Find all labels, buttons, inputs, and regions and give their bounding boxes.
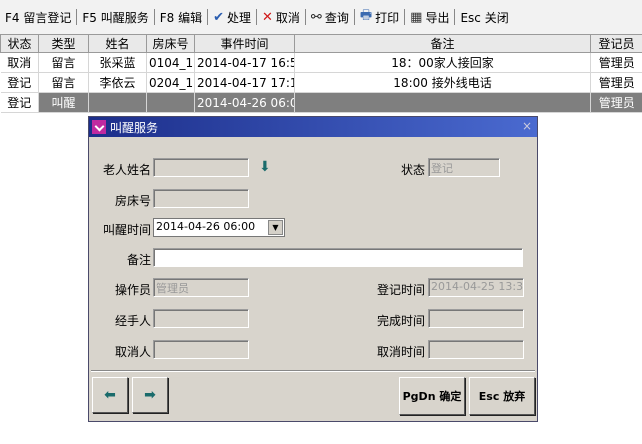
- finish-time-label: 完成时间: [376, 314, 425, 328]
- toolbar-separator: [207, 9, 209, 25]
- cell-remark: [294, 92, 591, 113]
- cell-name: [88, 92, 147, 113]
- dialog-divider: [91, 370, 535, 372]
- next-button[interactable]: ➡: [132, 377, 168, 413]
- column-header-status[interactable]: 状态: [0, 34, 39, 53]
- printer-icon: 🖶: [359, 8, 373, 23]
- elder-name-field[interactable]: [153, 158, 249, 177]
- cell-room: 0104_1: [146, 52, 195, 73]
- cell-name: 张采蓝: [88, 52, 147, 73]
- toolbar-separator: [404, 9, 406, 25]
- toolbar-separator: [454, 9, 456, 25]
- cell-status: 取消: [0, 52, 39, 73]
- toolbar-separator: [353, 9, 355, 25]
- cell-registrar: 管理员: [590, 72, 642, 93]
- cancel-time-label: 取消时间: [376, 345, 425, 359]
- cell-type: 留言: [38, 72, 89, 93]
- wake-time-select[interactable]: 2014-04-26 06:00 ▼: [153, 218, 285, 237]
- cell-remark: 18:00 接外线电话: [294, 72, 591, 93]
- column-header-registrar[interactable]: 登记员: [590, 34, 642, 53]
- wake-service-button[interactable]: F5 叫醒服务: [80, 6, 150, 28]
- canceller-field: [153, 340, 249, 359]
- cell-room: 0204_1: [146, 72, 195, 93]
- checkmark-icon: ✔: [213, 9, 224, 25]
- close-button[interactable]: Esc 关闭: [458, 6, 510, 28]
- table-icon: ▦: [410, 9, 423, 25]
- column-header-remark[interactable]: 备注: [294, 34, 591, 53]
- toolbar-separator: [256, 9, 257, 25]
- table-row[interactable]: 登记 留言 李依云 0204_1 2014-04-17 17:15 18:00 …: [0, 72, 642, 93]
- room-label: 房床号: [114, 194, 151, 208]
- cell-status: 登记: [0, 92, 39, 113]
- query-button[interactable]: ⚯ 查询: [309, 6, 351, 28]
- confirm-button[interactable]: PgDn 确定: [399, 377, 465, 415]
- cell-room: [146, 92, 195, 113]
- discard-button[interactable]: Esc 放弃: [469, 377, 535, 415]
- export-button[interactable]: ▦ 导出: [408, 6, 451, 28]
- column-header-name[interactable]: 姓名: [88, 34, 147, 53]
- cell-name: 李依云: [88, 72, 147, 93]
- app-icon: [92, 120, 106, 134]
- handler-label: 经手人: [114, 314, 151, 328]
- arrow-down-icon[interactable]: ⬇: [259, 159, 271, 175]
- register-time-field: 2014-04-25 13:36: [428, 278, 524, 297]
- remark-field[interactable]: [153, 248, 523, 267]
- page: F4 留言登记 F5 叫醒服务 F8 编辑 ✔ 处理 ✕ 取消 ⚯ 查询 🖶 打…: [0, 0, 642, 444]
- table-header-row: 状态 类型 姓名 房床号 事件时间 备注 登记员: [0, 34, 642, 53]
- register-time-label: 登记时间: [376, 283, 425, 297]
- cell-type: 留言: [38, 52, 89, 73]
- toolbar-separator: [304, 9, 306, 25]
- cell-registrar: 管理员: [590, 92, 642, 113]
- column-header-type[interactable]: 类型: [38, 34, 89, 53]
- cell-event-time: 2014-04-26 06:00: [194, 92, 295, 113]
- status-label: 状态: [400, 163, 425, 177]
- toolbar-separator: [76, 9, 78, 25]
- cell-type: 叫醒: [38, 92, 89, 113]
- toolbar-separator: [153, 9, 155, 25]
- status-field: 登记: [428, 158, 500, 177]
- cell-registrar: 管理员: [590, 52, 642, 73]
- print-button[interactable]: 🖶 打印: [358, 6, 401, 28]
- handler-field: [153, 309, 249, 328]
- edit-button[interactable]: F8 编辑: [158, 6, 204, 28]
- dialog-title: 叫醒服务: [110, 120, 159, 135]
- confirm-button-label: PgDn 确定: [402, 390, 462, 403]
- finish-time-field: [428, 309, 524, 328]
- leave-message-button[interactable]: F4 留言登记: [3, 6, 73, 28]
- wake-time-value: 2014-04-26 06:00: [156, 220, 256, 233]
- binoculars-icon: ⚯: [310, 9, 322, 25]
- operator-field: 管理员: [153, 278, 249, 297]
- column-header-room[interactable]: 房床号: [146, 34, 195, 53]
- operator-label: 操作员: [114, 283, 151, 297]
- table-row[interactable]: 取消 留言 张采蓝 0104_1 2014-04-17 16:53 18：00家…: [0, 52, 642, 73]
- canceller-label: 取消人: [114, 345, 151, 359]
- previous-button[interactable]: ⬅: [92, 377, 128, 413]
- cell-remark: 18：00家人接回家: [294, 52, 591, 73]
- remark-label: 备注: [126, 253, 151, 267]
- wake-service-dialog: 叫醒服务 × 老人姓名 ⬇ 状态 登记 房床号 叫醒时间 2014-04-26 …: [88, 116, 538, 422]
- arrow-left-icon: ⬅: [104, 387, 116, 403]
- column-header-event-time[interactable]: 事件时间: [194, 34, 295, 53]
- discard-button-label: Esc 放弃: [478, 390, 526, 403]
- dropdown-arrow-icon[interactable]: ▼: [268, 220, 283, 235]
- cancel-record-button[interactable]: ✕ 取消: [260, 6, 302, 28]
- cell-event-time: 2014-04-17 16:53: [194, 52, 295, 73]
- table-row-selected[interactable]: 登记 叫醒 2014-04-26 06:00 管理员: [0, 92, 642, 113]
- records-table: 状态 类型 姓名 房床号 事件时间 备注 登记员 取消 留言 张采蓝 0104_…: [0, 34, 642, 113]
- toolbar: F4 留言登记 F5 叫醒服务 F8 编辑 ✔ 处理 ✕ 取消 ⚯ 查询 🖶 打…: [0, 0, 642, 34]
- elder-name-label: 老人姓名: [102, 163, 151, 177]
- cell-status: 登记: [0, 72, 39, 93]
- cell-event-time: 2014-04-17 17:15: [194, 72, 295, 93]
- process-button[interactable]: ✔ 处理: [211, 6, 253, 28]
- arrow-right-icon: ➡: [144, 387, 156, 403]
- dialog-title-bar[interactable]: 叫醒服务 ×: [89, 117, 537, 137]
- room-field[interactable]: [153, 189, 249, 208]
- cancel-time-field: [428, 340, 524, 359]
- wake-time-label: 叫醒时间: [102, 223, 151, 237]
- cross-icon: ✕: [262, 9, 273, 25]
- close-icon[interactable]: ×: [522, 119, 532, 133]
